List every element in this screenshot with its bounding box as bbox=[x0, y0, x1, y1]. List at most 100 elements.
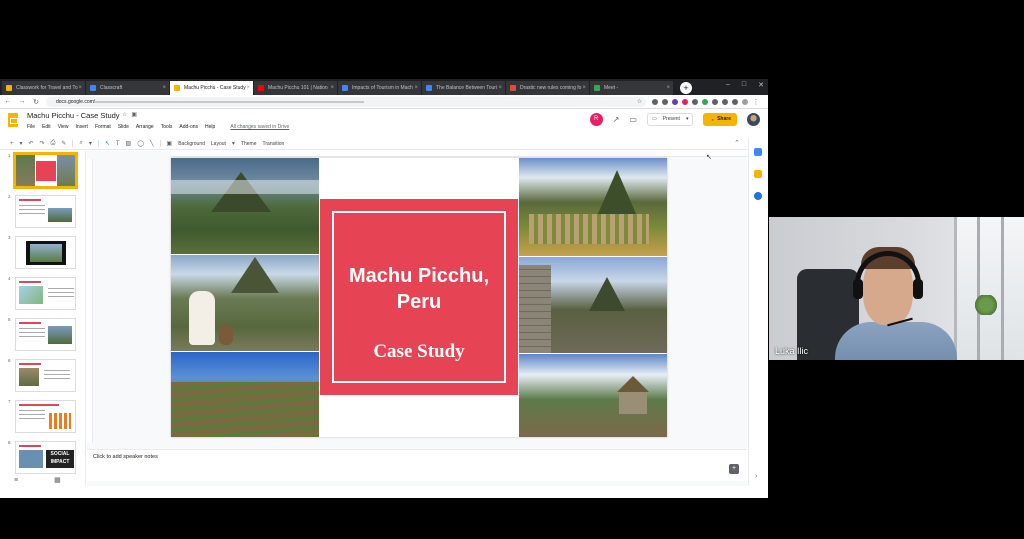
new-slide-icon[interactable]: + bbox=[10, 141, 14, 147]
close-tab-icon[interactable]: × bbox=[498, 81, 502, 95]
zoom-icon[interactable]: ⌕ bbox=[79, 140, 82, 147]
speaker-notes-placeholder[interactable]: Click to add speaker notes bbox=[93, 454, 158, 460]
expand-panel-icon[interactable]: › bbox=[755, 473, 757, 480]
menu-slide[interactable]: Slide bbox=[118, 124, 129, 130]
slide-thumbnail[interactable] bbox=[15, 236, 76, 269]
extension-icon[interactable] bbox=[712, 98, 718, 105]
menu-addons[interactable]: Add-ons bbox=[179, 124, 198, 130]
browser-tab-youtube[interactable]: Machu Picchu 101 | Nation × bbox=[254, 81, 338, 95]
extension-icon[interactable] bbox=[682, 98, 688, 105]
slide-thumb-row[interactable]: 2 bbox=[0, 192, 85, 233]
more-options-icon[interactable]: ⋮ bbox=[752, 98, 760, 106]
close-tab-icon[interactable]: × bbox=[162, 81, 166, 95]
extension-icon[interactable] bbox=[662, 98, 668, 105]
close-tab-icon[interactable]: × bbox=[330, 81, 334, 95]
browser-tab-balance[interactable]: The Balance Between Touri × bbox=[422, 81, 506, 95]
extension-icon[interactable] bbox=[672, 98, 678, 105]
menu-file[interactable]: File bbox=[27, 124, 35, 130]
back-icon[interactable]: ← bbox=[4, 98, 12, 105]
slide-thumb-row[interactable]: 8 SOCIAL IMPACT bbox=[0, 438, 85, 479]
layout-dropdown-icon[interactable]: ▾ bbox=[232, 140, 235, 147]
slide-thumb-row[interactable]: 4 bbox=[0, 274, 85, 315]
title-panel[interactable]: Machu Picchu, Peru Case Study bbox=[320, 199, 518, 395]
text-box-icon[interactable]: T bbox=[116, 141, 120, 147]
vertical-ruler[interactable] bbox=[87, 159, 93, 443]
url-input[interactable]: docs.google.com/ ☆ bbox=[46, 96, 646, 107]
image-icon[interactable]: ▨ bbox=[126, 140, 132, 147]
slide-thumbnail[interactable] bbox=[15, 195, 76, 228]
extension-icon[interactable] bbox=[692, 98, 698, 105]
list-view-icon[interactable]: ≡ bbox=[14, 477, 54, 484]
extension-icon[interactable] bbox=[732, 98, 738, 105]
save-status[interactable]: All changes saved in Drive bbox=[230, 124, 289, 130]
folder-icon[interactable]: ▣ bbox=[131, 112, 141, 118]
extension-icon[interactable] bbox=[702, 98, 708, 105]
star-icon[interactable]: ☆ bbox=[122, 112, 131, 118]
slide-subtitle[interactable]: Case Study bbox=[334, 341, 504, 363]
slide-thumbnail[interactable] bbox=[15, 359, 76, 392]
activity-trend-icon[interactable]: ↗ bbox=[613, 115, 620, 124]
share-button[interactable]: 🔒 Share bbox=[703, 113, 737, 126]
comments-icon[interactable]: ▭ bbox=[629, 115, 637, 124]
slide-thumbnail[interactable] bbox=[15, 277, 76, 310]
layout-button[interactable]: Layout bbox=[211, 141, 226, 147]
menu-view[interactable]: View bbox=[58, 124, 69, 130]
slide-thumb-row[interactable]: 5 bbox=[0, 315, 85, 356]
close-tab-icon[interactable]: × bbox=[414, 81, 418, 95]
photo-stone-hut[interactable] bbox=[519, 354, 667, 437]
account-avatar[interactable] bbox=[747, 113, 760, 126]
menu-format[interactable]: Format bbox=[95, 124, 111, 130]
forward-icon[interactable]: → bbox=[18, 98, 26, 105]
photo-stone-walls[interactable] bbox=[519, 257, 667, 353]
photo-machu-picchu-classic[interactable] bbox=[519, 158, 667, 256]
browser-tab-impacts[interactable]: Impacts of Tourism in Mach × bbox=[338, 81, 422, 95]
select-cursor-icon[interactable]: ↖ bbox=[105, 140, 110, 147]
shape-icon[interactable]: ◯ bbox=[137, 140, 144, 147]
slide-title[interactable]: Machu Picchu, Peru bbox=[334, 263, 504, 315]
tasks-icon[interactable] bbox=[754, 192, 762, 200]
menu-edit[interactable]: Edit bbox=[42, 124, 51, 130]
print-icon[interactable]: ⎙ bbox=[51, 140, 56, 147]
browser-tab-meet[interactable]: Meet - × bbox=[590, 81, 674, 95]
photo-mountain-mist[interactable] bbox=[171, 158, 319, 254]
line-icon[interactable]: ╲ bbox=[150, 140, 154, 147]
close-window-icon[interactable]: ✕ bbox=[758, 81, 764, 89]
browser-tab-classcraft[interactable]: Classcraft × bbox=[86, 81, 170, 95]
close-tab-icon[interactable]: × bbox=[582, 81, 586, 95]
extension-icon[interactable] bbox=[652, 98, 658, 105]
slide-thumbnail[interactable] bbox=[15, 400, 76, 433]
reload-icon[interactable]: ↻ bbox=[32, 98, 40, 106]
menu-help[interactable]: Help bbox=[205, 124, 215, 130]
slide-thumb-row[interactable]: 1 bbox=[0, 151, 85, 192]
new-slide-dropdown-icon[interactable]: ▾ bbox=[20, 140, 23, 147]
bookmark-star-icon[interactable]: ☆ bbox=[637, 97, 642, 107]
slide-thumbnail[interactable] bbox=[13, 152, 78, 189]
comment-add-icon[interactable]: ▣ bbox=[167, 140, 173, 147]
redo-icon[interactable]: ↷ bbox=[40, 140, 45, 147]
present-button[interactable]: ▭ Present ▾ bbox=[646, 113, 694, 126]
new-tab-button[interactable]: + bbox=[680, 82, 692, 94]
undo-icon[interactable]: ↶ bbox=[29, 140, 34, 147]
close-tab-icon[interactable]: × bbox=[666, 81, 670, 95]
menu-arrange[interactable]: Arrange bbox=[136, 124, 154, 130]
profile-icon[interactable] bbox=[742, 98, 748, 105]
calendar-icon[interactable] bbox=[754, 148, 762, 156]
slide-thumbnail[interactable]: SOCIAL IMPACT bbox=[15, 441, 76, 474]
photo-llama-ruins[interactable] bbox=[171, 255, 319, 351]
photo-terraces-blue-sky[interactable] bbox=[171, 352, 319, 437]
slide-thumb-row[interactable]: 3 bbox=[0, 233, 85, 274]
close-tab-icon[interactable]: × bbox=[78, 81, 82, 95]
theme-button[interactable]: Theme bbox=[241, 141, 257, 147]
horizontal-ruler[interactable] bbox=[171, 151, 751, 157]
keep-icon[interactable] bbox=[754, 170, 762, 178]
browser-tab-rules[interactable]: Drastic new rules coming fo × bbox=[506, 81, 590, 95]
transition-button[interactable]: Transition bbox=[263, 141, 285, 147]
background-button[interactable]: Background bbox=[178, 141, 205, 147]
extension-icon[interactable] bbox=[722, 98, 728, 105]
explore-icon[interactable]: + bbox=[729, 464, 739, 474]
menu-tools[interactable]: Tools bbox=[161, 124, 173, 130]
menu-insert[interactable]: Insert bbox=[75, 124, 88, 130]
slide-thumb-row[interactable]: 7 bbox=[0, 397, 85, 438]
grid-view-icon[interactable]: ▦ bbox=[54, 477, 85, 484]
close-tab-icon[interactable]: × bbox=[246, 81, 250, 95]
